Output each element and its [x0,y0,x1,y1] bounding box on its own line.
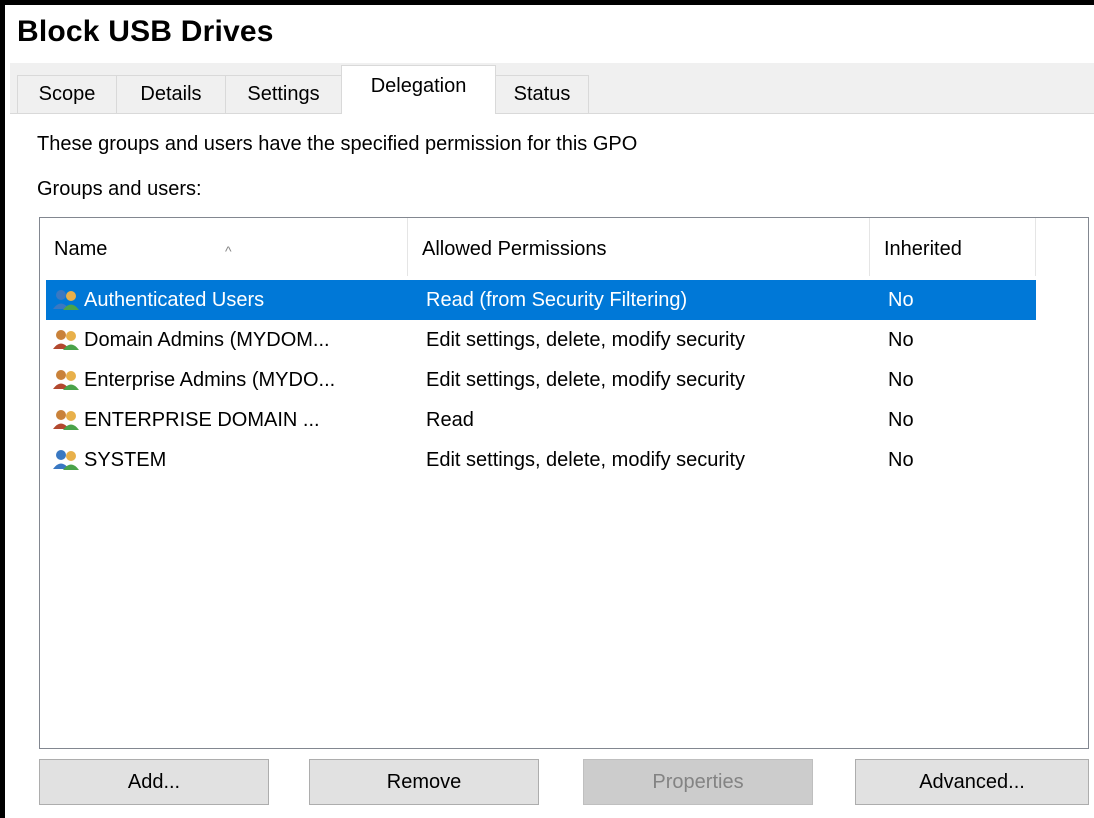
users-group-icon [53,290,79,310]
row-name: SYSTEM [84,449,167,471]
groups-users-list[interactable]: Name ^ Allowed Permissions Inherited Aut… [39,217,1089,749]
row-permissions: Read (from Security Filtering) [426,289,688,311]
column-inherited-label: Inherited [884,238,962,260]
users-group-icon [53,410,79,430]
row-inherited: No [888,409,914,431]
column-header-inherited[interactable]: Inherited [870,218,1036,276]
list-item[interactable]: Domain Admins (MYDOM... Edit settings, d… [46,320,1036,360]
column-header-permissions[interactable]: Allowed Permissions [408,218,870,276]
tab-details[interactable]: Details [116,75,226,113]
list-item[interactable]: Authenticated Users Read (from Security … [46,280,1036,320]
users-group-icon [53,330,79,350]
groups-and-users-label: Groups and users: [37,178,202,200]
column-permissions-label: Allowed Permissions [422,238,607,260]
tab-strip: Scope Details Settings Delegation Status [10,63,1094,114]
delegation-description: These groups and users have the specifie… [37,133,638,155]
row-inherited: No [888,289,914,311]
row-permissions: Edit settings, delete, modify security [426,449,746,471]
row-permissions: Edit settings, delete, modify security [426,329,746,351]
column-header-name[interactable]: Name ^ [40,218,408,276]
properties-button[interactable]: Properties [583,759,813,805]
list-item[interactable]: Enterprise Admins (MYDO... Edit settings… [46,360,1036,400]
row-permissions: Edit settings, delete, modify security [426,369,746,391]
tab-delegation[interactable]: Delegation [341,65,496,114]
row-name: Domain Admins (MYDOM... [84,329,330,351]
row-name: ENTERPRISE DOMAIN ... [84,409,320,431]
gpo-title: Block USB Drives [17,15,274,48]
row-inherited: No [888,329,914,351]
row-permissions: Read [426,409,474,431]
advanced-button[interactable]: Advanced... [855,759,1089,805]
list-item[interactable]: SYSTEM Edit settings, delete, modify sec… [46,440,1036,480]
remove-button[interactable]: Remove [309,759,539,805]
column-name-label: Name [54,238,108,260]
sort-ascending-icon: ^ [225,243,232,259]
row-name: Enterprise Admins (MYDO... [84,369,336,391]
row-name: Authenticated Users [84,280,265,320]
users-group-icon [53,370,79,390]
tab-status[interactable]: Status [495,75,589,113]
gpo-window: Block USB Drives Scope Details Settings … [0,0,1094,818]
tab-scope[interactable]: Scope [17,75,117,113]
list-header: Name ^ Allowed Permissions Inherited [40,218,1088,276]
tab-settings[interactable]: Settings [225,75,342,113]
add-button[interactable]: Add... [39,759,269,805]
row-inherited: No [888,369,914,391]
users-group-icon [53,450,79,470]
list-item[interactable]: ENTERPRISE DOMAIN ... Read No [46,400,1036,440]
row-inherited: No [888,449,914,471]
